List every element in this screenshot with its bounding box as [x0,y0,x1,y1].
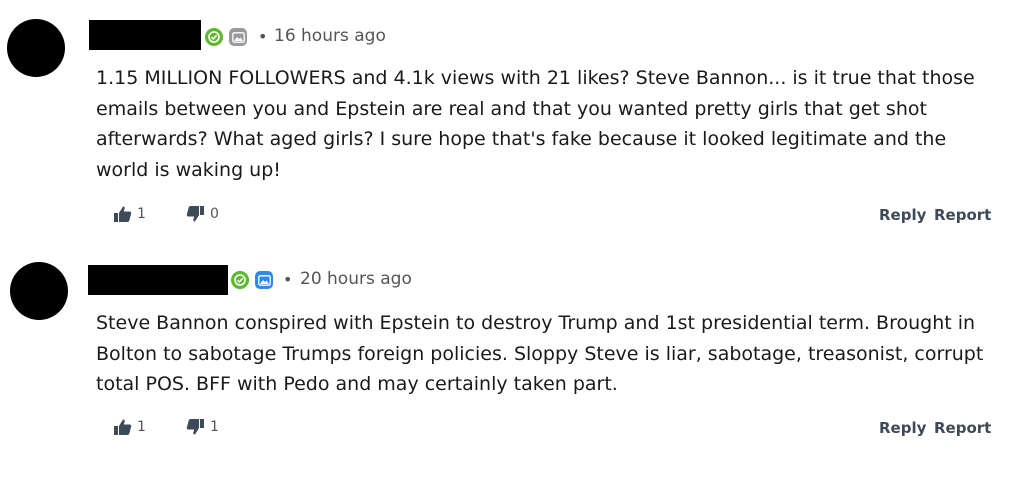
like-count: 1 [137,419,146,435]
like-button[interactable]: 1 [113,418,146,436]
separator-dot: • [283,270,293,289]
timestamp: 20 hours ago [300,269,412,289]
dislike-button[interactable]: 1 [186,418,219,436]
report-button[interactable]: Report [934,419,991,437]
comment: • 16 hours ago 1.15 MILLION FOLLOWERS an… [0,0,1024,240]
like-count: 1 [137,206,146,222]
report-button[interactable]: Report [934,206,991,224]
thumbs-down-icon [186,419,204,435]
comment-body: Steve Bannon conspired with Epstein to d… [96,312,984,395]
verified-check-icon [205,28,223,46]
username-redacted[interactable] [88,265,228,295]
reply-button[interactable]: Reply [879,419,926,437]
blue-mountain-icon [255,271,273,289]
separator-dot: • [258,27,268,46]
avatar[interactable] [10,262,68,320]
avatar[interactable] [7,19,65,77]
timestamp: 16 hours ago [274,26,386,46]
grey-mountain-icon [229,28,247,46]
dislike-count: 1 [210,419,219,435]
thumbs-down-icon [186,206,204,222]
thumbs-up-icon [114,206,132,222]
comment-body: 1.15 MILLION FOLLOWERS and 4.1k views wi… [96,67,975,181]
username-redacted[interactable] [89,20,201,50]
thumbs-up-icon [114,419,132,435]
verified-check-icon [231,271,249,289]
like-button[interactable]: 1 [113,205,146,223]
reply-button[interactable]: Reply [879,206,926,224]
comment: • 20 hours ago Steve Bannon conspired wi… [0,240,1024,477]
dislike-button[interactable]: 0 [186,205,219,223]
dislike-count: 0 [210,206,219,222]
